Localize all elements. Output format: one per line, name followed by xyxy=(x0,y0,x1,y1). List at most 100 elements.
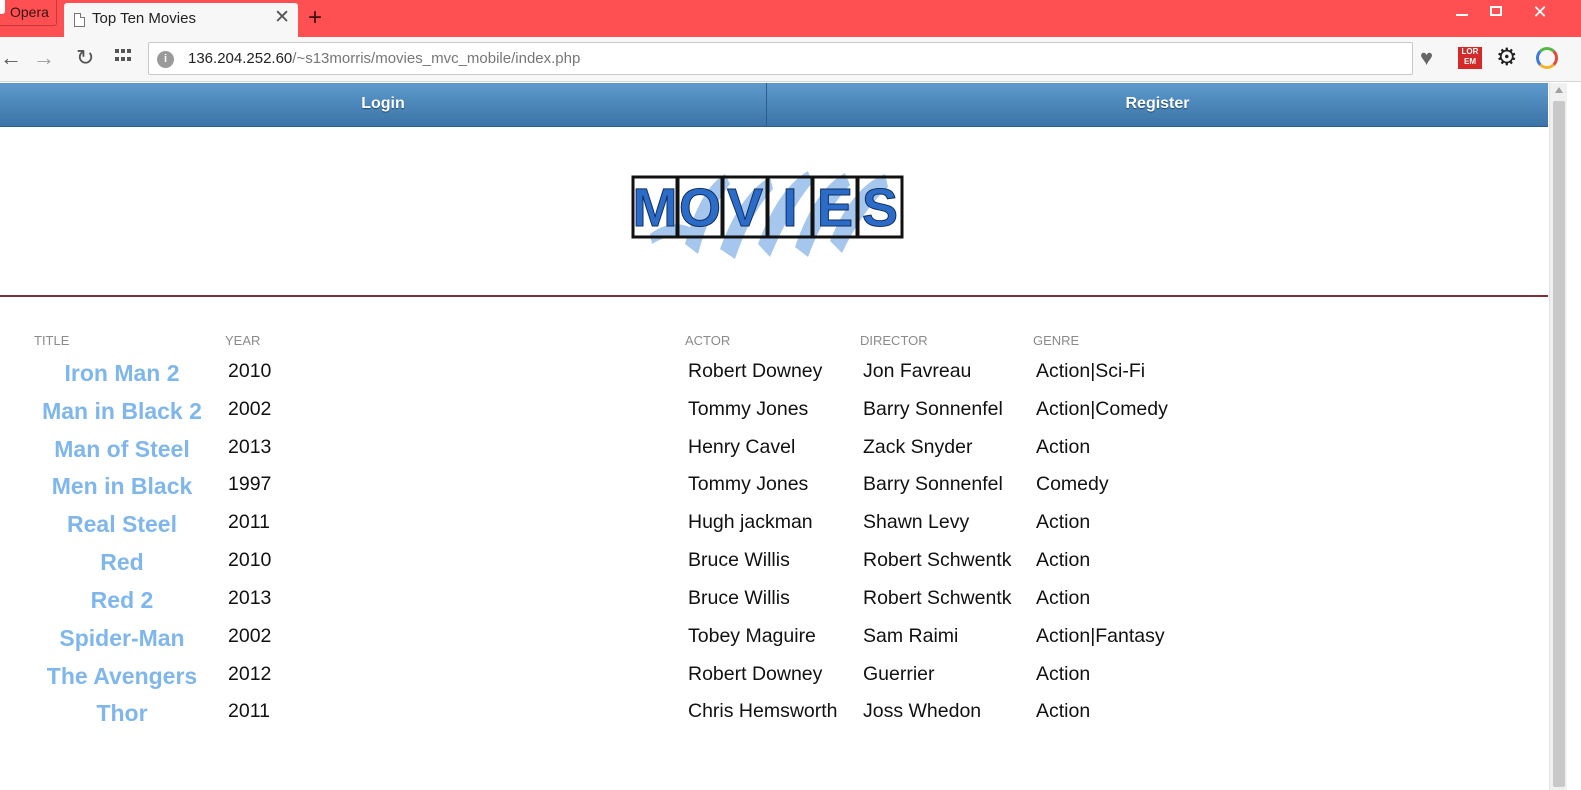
movie-title-link[interactable]: Real Steel xyxy=(30,511,214,537)
movie-genre: Action xyxy=(1036,436,1091,458)
reload-icon[interactable]: ↻ xyxy=(76,45,94,71)
movie-title-link[interactable]: Red 2 xyxy=(30,587,214,613)
maximize-icon xyxy=(1490,6,1502,16)
page-content: Login Register MOVIES TITLE YEAR ACTOR D… xyxy=(0,83,1548,790)
close-window-button[interactable]: ✕ xyxy=(1520,0,1560,26)
movie-genre: Action xyxy=(1036,511,1091,533)
table-row: Thor 2011 Chris Hemsworth Joss Whedon Ac… xyxy=(0,697,1548,735)
logo-letter: M xyxy=(633,178,678,238)
table-row: Red 2 2013 Bruce Willis Robert Schwentk … xyxy=(0,584,1548,622)
logo-letter: O xyxy=(679,178,721,238)
movie-genre: Comedy xyxy=(1036,473,1109,495)
window-edge xyxy=(1567,83,1581,790)
maximize-button[interactable] xyxy=(1476,0,1516,26)
top-navbar: Login Register xyxy=(0,83,1548,127)
movie-actor: Bruce Willis xyxy=(688,549,790,571)
browser-toolbar: ← → ↻ i 136.204.252.60/~s13morris/movies… xyxy=(0,37,1581,82)
address-bar[interactable]: i 136.204.252.60/~s13morris/movies_mvc_m… xyxy=(148,42,1413,75)
movie-director: Jon Favreau xyxy=(863,360,972,382)
movie-title-link[interactable]: Man of Steel xyxy=(30,436,214,462)
movie-year: 2013 xyxy=(228,436,272,458)
movie-title-link[interactable]: Iron Man 2 xyxy=(30,360,214,386)
header-banner: MOVIES xyxy=(0,127,1548,297)
movies-logo: MOVIES xyxy=(631,171,904,259)
speed-dial-icon[interactable] xyxy=(115,49,131,63)
movie-actor: Tobey Maguire xyxy=(688,625,816,647)
close-icon: ✕ xyxy=(1532,2,1548,22)
heart-icon[interactable]: ♥ xyxy=(1420,45,1433,71)
forward-arrow-icon[interactable]: → xyxy=(33,45,55,71)
opera-menu-label: Opera xyxy=(10,4,49,20)
new-tab-button[interactable]: + xyxy=(308,4,322,32)
page-icon xyxy=(74,13,85,27)
header-year: YEAR xyxy=(225,333,261,348)
movie-title-link[interactable]: Thor xyxy=(30,700,214,726)
movie-genre: Action|Comedy xyxy=(1036,398,1168,420)
movie-year: 2010 xyxy=(228,549,272,571)
logo-letter: S xyxy=(862,178,898,238)
movie-actor: Tommy Jones xyxy=(688,398,809,420)
movie-year: 2012 xyxy=(228,663,272,685)
register-button[interactable]: Register xyxy=(767,83,1548,126)
site-info-icon[interactable]: i xyxy=(157,51,174,68)
header-title: TITLE xyxy=(34,333,70,348)
movie-year: 2013 xyxy=(228,587,272,609)
movie-actor: Bruce Willis xyxy=(688,587,790,609)
movie-actor: Tommy Jones xyxy=(688,473,809,495)
opera-logo-icon xyxy=(0,0,5,14)
movie-year: 2011 xyxy=(228,511,270,533)
movie-director: Sam Raimi xyxy=(863,625,959,647)
tab-title: Top Ten Movies xyxy=(92,10,196,27)
movie-director: Joss Whedon xyxy=(863,700,982,722)
movie-year: 2002 xyxy=(228,398,272,420)
url-host: 136.204.252.60 xyxy=(188,50,293,67)
movie-year: 2002 xyxy=(228,625,272,647)
scroll-up-icon[interactable] xyxy=(1555,87,1563,93)
movie-director: Robert Schwentk xyxy=(863,587,1012,609)
movie-genre: Action xyxy=(1036,587,1091,609)
movie-year: 1997 xyxy=(228,473,272,495)
table-row: Man of Steel 2013 Henry Cavel Zack Snyde… xyxy=(0,433,1548,471)
table-row: The Avengers 2012 Robert Downey Guerrier… xyxy=(0,660,1548,698)
table-row: Men in Black 1997 Tommy Jones Barry Sonn… xyxy=(0,470,1548,508)
movie-title-link[interactable]: Spider-Man xyxy=(30,625,214,651)
minimize-icon xyxy=(1456,14,1468,16)
movie-year: 2011 xyxy=(228,700,270,722)
tab-close-icon[interactable]: ✕ xyxy=(274,8,290,28)
movie-actor: Chris Hemsworth xyxy=(688,700,838,722)
movie-title-link[interactable]: Red xyxy=(30,549,214,575)
vertical-scrollbar[interactable] xyxy=(1549,83,1567,790)
movie-title-link[interactable]: Man in Black 2 xyxy=(30,398,214,424)
gear-icon[interactable]: ⚙ xyxy=(1496,45,1518,71)
movie-director: Robert Schwentk xyxy=(863,549,1012,571)
movie-actor: Robert Downey xyxy=(688,663,823,685)
movie-title-link[interactable]: The Avengers xyxy=(30,663,214,689)
movie-actor: Robert Downey xyxy=(688,360,823,382)
browser-titlebar: Opera Top Ten Movies ✕ + ✕ xyxy=(0,0,1581,37)
movie-director: Zack Snyder xyxy=(863,436,973,458)
header-actor: ACTOR xyxy=(685,333,731,348)
opera-menu-button[interactable]: Opera xyxy=(0,0,57,26)
movie-genre: Action xyxy=(1036,700,1091,722)
scrollbar-thumb[interactable] xyxy=(1553,101,1565,787)
movie-director: Barry Sonnenfel xyxy=(863,398,1003,420)
movie-director: Shawn Levy xyxy=(863,511,970,533)
table-row: Iron Man 2 2010 Robert Downey Jon Favrea… xyxy=(0,357,1548,395)
header-genre: GENRE xyxy=(1033,333,1080,348)
logo-letter: E xyxy=(817,178,853,238)
movie-year: 2010 xyxy=(228,360,272,382)
url-path: /~s13morris/movies_mvc_mobile/index.php xyxy=(292,50,581,67)
header-director: DIRECTOR xyxy=(860,333,928,348)
movie-actor: Henry Cavel xyxy=(688,436,796,458)
movie-title-link[interactable]: Men in Black xyxy=(30,473,214,499)
table-row: Spider-Man 2002 Tobey Maguire Sam Raimi … xyxy=(0,622,1548,660)
extension-icon[interactable] xyxy=(1536,47,1558,69)
table-row: Real Steel 2011 Hugh jackman Shawn Levy … xyxy=(0,508,1548,546)
movie-genre: Action|Sci-Fi xyxy=(1036,360,1146,382)
back-arrow-icon[interactable]: ← xyxy=(0,45,22,71)
lorem-ipsum-extension-icon[interactable]: LOR EM xyxy=(1458,47,1482,69)
movie-director: Barry Sonnenfel xyxy=(863,473,1003,495)
login-button[interactable]: Login xyxy=(0,83,767,126)
browser-tab[interactable]: Top Ten Movies ✕ xyxy=(64,3,298,37)
movie-genre: Action xyxy=(1036,549,1091,571)
